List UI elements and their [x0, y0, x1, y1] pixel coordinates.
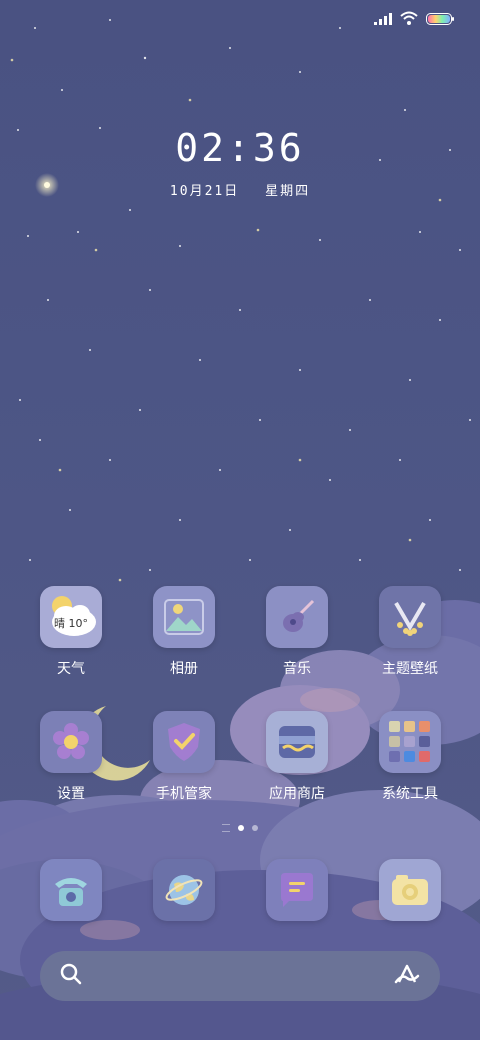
folder-icon — [379, 711, 441, 773]
weather-tile-text: 晴 10° — [54, 617, 88, 630]
battery-icon — [426, 10, 454, 29]
dock-camera[interactable] — [360, 859, 460, 921]
app-music[interactable]: 音乐 — [247, 586, 347, 678]
search-icon[interactable] — [60, 963, 82, 989]
globe-icon — [153, 859, 215, 921]
app-label-themes: 主题壁纸 — [382, 661, 438, 677]
app-weather[interactable]: 晴 10° 天气 — [21, 586, 121, 678]
theme-icon — [379, 586, 441, 648]
shield-check-icon — [153, 711, 215, 773]
page-indicator-dot-1[interactable] — [238, 825, 244, 831]
app-label-security: 手机管家 — [156, 786, 212, 802]
clock-time[interactable]: 02:36 — [0, 126, 480, 170]
page-indicator-dot-2[interactable] — [252, 825, 258, 831]
dock-messages[interactable] — [247, 859, 347, 921]
phone-icon — [40, 859, 102, 921]
date-text: 10月21日 — [169, 184, 240, 199]
page-indicator-feed[interactable] — [222, 824, 230, 832]
store-icon — [266, 711, 328, 773]
gear-flower-icon — [40, 711, 102, 773]
dock-phone[interactable] — [21, 859, 121, 921]
page-indicator[interactable] — [0, 824, 480, 832]
guitar-icon — [266, 586, 328, 648]
app-themes[interactable]: 主题壁纸 — [360, 586, 460, 678]
app-store[interactable]: 应用商店 — [247, 711, 347, 803]
app-label-gallery: 相册 — [170, 661, 198, 677]
assistant-icon[interactable] — [394, 962, 420, 990]
weekday-text: 星期四 — [265, 184, 311, 199]
message-icon — [266, 859, 328, 921]
weather-icon: 晴 10° — [40, 586, 102, 648]
clock-date[interactable]: 10月21日 星期四 — [0, 180, 480, 199]
wifi-icon — [400, 10, 418, 29]
app-tools-folder[interactable]: 系统工具 — [360, 711, 460, 803]
camera-icon — [379, 859, 441, 921]
signal-bars-icon — [374, 10, 392, 29]
app-settings[interactable]: 设置 — [21, 711, 121, 803]
dock-browser[interactable] — [134, 859, 234, 921]
gallery-icon — [153, 586, 215, 648]
search-bar[interactable] — [40, 951, 440, 1001]
app-label-store: 应用商店 — [269, 786, 325, 802]
app-label-tools: 系统工具 — [382, 786, 438, 802]
app-gallery[interactable]: 相册 — [134, 586, 234, 678]
app-label-settings: 设置 — [57, 786, 85, 802]
app-label-music: 音乐 — [283, 661, 311, 677]
app-security[interactable]: 手机管家 — [134, 711, 234, 803]
status-bar — [374, 10, 454, 29]
app-label-weather: 天气 — [57, 661, 85, 677]
